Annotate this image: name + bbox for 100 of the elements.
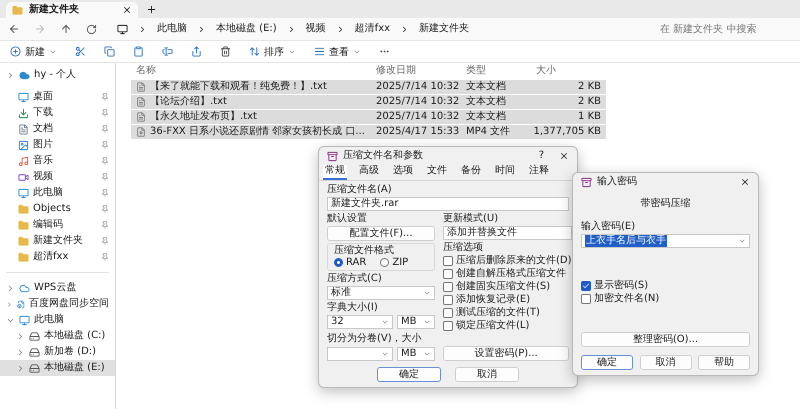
quick-access-item[interactable]: 编辑码 xyxy=(0,217,115,233)
quick-access-item[interactable]: 此电脑 xyxy=(0,185,115,201)
computer-icon xyxy=(117,24,128,34)
archive-icon xyxy=(327,150,338,162)
checkbox-option[interactable]: 显示密码(S) xyxy=(581,280,750,291)
method-select[interactable]: 标准 xyxy=(327,286,435,300)
file-row[interactable]: 【论坛介绍】.txt 2025/7/14 10:32 文本文档 2 KB xyxy=(131,95,606,109)
checkbox-option[interactable]: 添加恢复记录(E) xyxy=(443,294,572,305)
clipboard-icon xyxy=(133,46,144,57)
breadcrumb[interactable]: 本地磁盘 (E:) xyxy=(216,23,277,35)
update-mode-field[interactable]: 添加并替换文件 xyxy=(443,226,572,240)
dialog-tab[interactable]: 注释 xyxy=(527,165,551,180)
pin-icon xyxy=(101,221,109,229)
quick-access-item[interactable]: 桌面 xyxy=(0,89,115,105)
quick-access-item[interactable]: 下载 xyxy=(0,105,115,121)
column-header[interactable]: 修改日期 xyxy=(371,65,461,77)
dialog-button[interactable]: 取消 xyxy=(455,367,519,382)
checkbox-option[interactable]: 创建固实压缩文件(S) xyxy=(443,281,572,292)
caret-icon[interactable] xyxy=(423,289,431,297)
dialog-tab[interactable]: 备份 xyxy=(459,165,483,180)
tree-item[interactable]: 此电脑 xyxy=(0,312,115,328)
column-header[interactable]: 大小 xyxy=(531,65,606,77)
dialog-tab[interactable]: 时间 xyxy=(493,165,517,180)
checkbox-option[interactable]: 压缩后删除原来的文件(D) xyxy=(443,255,572,266)
dictionary-select[interactable]: 32 xyxy=(327,315,393,329)
checkbox-option[interactable]: 测试压缩的文件(T) xyxy=(443,307,572,318)
unit-select[interactable]: MB xyxy=(397,315,435,329)
new-button[interactable]: 新建 xyxy=(8,44,59,60)
tree-item[interactable]: 本地磁盘 (E:) xyxy=(0,360,115,376)
radio-option[interactable]: RAR xyxy=(334,257,366,268)
caret-icon[interactable] xyxy=(381,318,389,326)
checkbox-option[interactable]: 创建自解压格式压缩文件 xyxy=(443,268,572,279)
quick-access-item[interactable]: Objects xyxy=(0,201,115,217)
breadcrumb[interactable]: 超清fxx xyxy=(354,23,390,35)
chevron-icon[interactable] xyxy=(6,284,15,292)
help-button[interactable]: ? xyxy=(538,150,544,162)
refresh-icon[interactable] xyxy=(86,24,97,34)
breadcrumb[interactable]: 新建文件夹 xyxy=(419,23,470,35)
column-header[interactable]: 名称 xyxy=(131,65,371,77)
folder-icon xyxy=(18,252,29,262)
dialog-button[interactable]: 帮助 xyxy=(698,355,750,370)
caret-icon[interactable] xyxy=(423,318,431,326)
close-icon[interactable] xyxy=(740,177,750,187)
chevron-icon[interactable] xyxy=(16,332,25,340)
dialog-tab[interactable]: 常规 xyxy=(323,165,347,180)
tree-item[interactable]: 本地磁盘 (C:) xyxy=(0,328,115,344)
back-icon[interactable] xyxy=(8,23,20,35)
chevron-icon[interactable] xyxy=(16,364,25,372)
quick-access-item[interactable]: 超清fxx xyxy=(0,249,115,265)
new-tab-icon[interactable] xyxy=(146,4,157,15)
delete-button[interactable] xyxy=(218,45,233,58)
view-button[interactable]: 查看 xyxy=(312,44,363,60)
text-file-icon xyxy=(136,97,146,107)
rename-button[interactable] xyxy=(160,45,175,58)
breadcrumb[interactable]: 视频 xyxy=(306,23,326,35)
tree-item[interactable]: WPS云盘 xyxy=(0,280,115,296)
password-field[interactable]: 上衣手名后与衣手 xyxy=(581,234,750,248)
dialog-tab[interactable]: 高级 xyxy=(357,165,381,180)
checkbox-option[interactable]: 加密文件名(N) xyxy=(581,293,750,304)
quick-access-item[interactable]: 文档 xyxy=(0,121,115,137)
close-icon[interactable] xyxy=(122,5,132,15)
tree-item[interactable]: 百度网盘同步空间 xyxy=(0,296,115,312)
window-tab[interactable]: 新建文件夹 xyxy=(6,2,138,18)
organize-passwords-button[interactable]: 整理密码(O)... xyxy=(581,332,750,347)
address-bar[interactable]: 此电脑 本地磁盘 (E:) 视频 超清fxx 新建文件夹 xyxy=(111,20,644,38)
checkbox-option[interactable]: 锁定压缩文件(L) xyxy=(443,320,572,331)
file-row[interactable]: 【永久地址发布页】.txt 2025/7/14 10:32 文本文档 1 KB xyxy=(131,110,606,124)
close-icon[interactable] xyxy=(559,151,569,161)
file-name-cell: 【来了就能下载和观看！纯免费！】.txt xyxy=(131,81,371,93)
dialog-tab[interactable]: 文件 xyxy=(425,165,449,180)
tree-item[interactable]: hy - 个人 xyxy=(0,67,115,83)
dialog-tab[interactable]: 选项 xyxy=(391,165,415,180)
table-cell-text: 2 KB xyxy=(577,96,602,108)
copy-button[interactable] xyxy=(102,45,117,58)
item-label: 此电脑 xyxy=(34,314,64,326)
column-header[interactable]: 类型 xyxy=(461,65,531,77)
dialog-button[interactable]: 确定 xyxy=(581,355,633,370)
dialog-button[interactable]: 确定 xyxy=(377,367,441,382)
table-cell-text: 1,377,705 KB xyxy=(532,126,602,138)
breadcrumb[interactable]: 此电脑 xyxy=(157,23,187,35)
file-row[interactable]: 36-FXX 日系小说还原剧情 邻家女孩初长成 口... 2025/4/17 15:33 MP4 文件 1,377,705 KB xyxy=(131,125,606,139)
radio-option[interactable]: ZIP xyxy=(380,257,408,268)
chevron-icon[interactable] xyxy=(16,348,25,356)
chevron-icon[interactable] xyxy=(6,70,15,80)
filename-field[interactable]: 新建文件夹.rar xyxy=(327,197,569,211)
profile-button[interactable]: 配置文件(F)... xyxy=(327,226,435,241)
tree-item[interactable]: 新加卷 (D:) xyxy=(0,344,115,360)
unit-select[interactable]: MB xyxy=(397,346,435,360)
dialog-button[interactable]: 取消 xyxy=(640,355,692,370)
quick-access-item[interactable]: 视频 xyxy=(0,169,115,185)
sort-button[interactable]: 排序 xyxy=(247,44,298,60)
quick-access-item[interactable]: 新建文件夹 xyxy=(0,233,115,249)
quick-access-item[interactable]: 图片 xyxy=(0,137,115,153)
set-password-button[interactable]: 设置密码(P)... xyxy=(443,346,569,361)
caret-icon[interactable] xyxy=(738,237,746,245)
sort-icon xyxy=(249,46,260,57)
up-icon[interactable] xyxy=(60,23,72,35)
chevron-icon[interactable] xyxy=(6,300,13,308)
file-row[interactable]: 【来了就能下载和观看！纯免费！】.txt 2025/7/14 10:32 文本文档 2 KB xyxy=(131,80,606,94)
quick-access-item[interactable]: 音乐 xyxy=(0,153,115,169)
